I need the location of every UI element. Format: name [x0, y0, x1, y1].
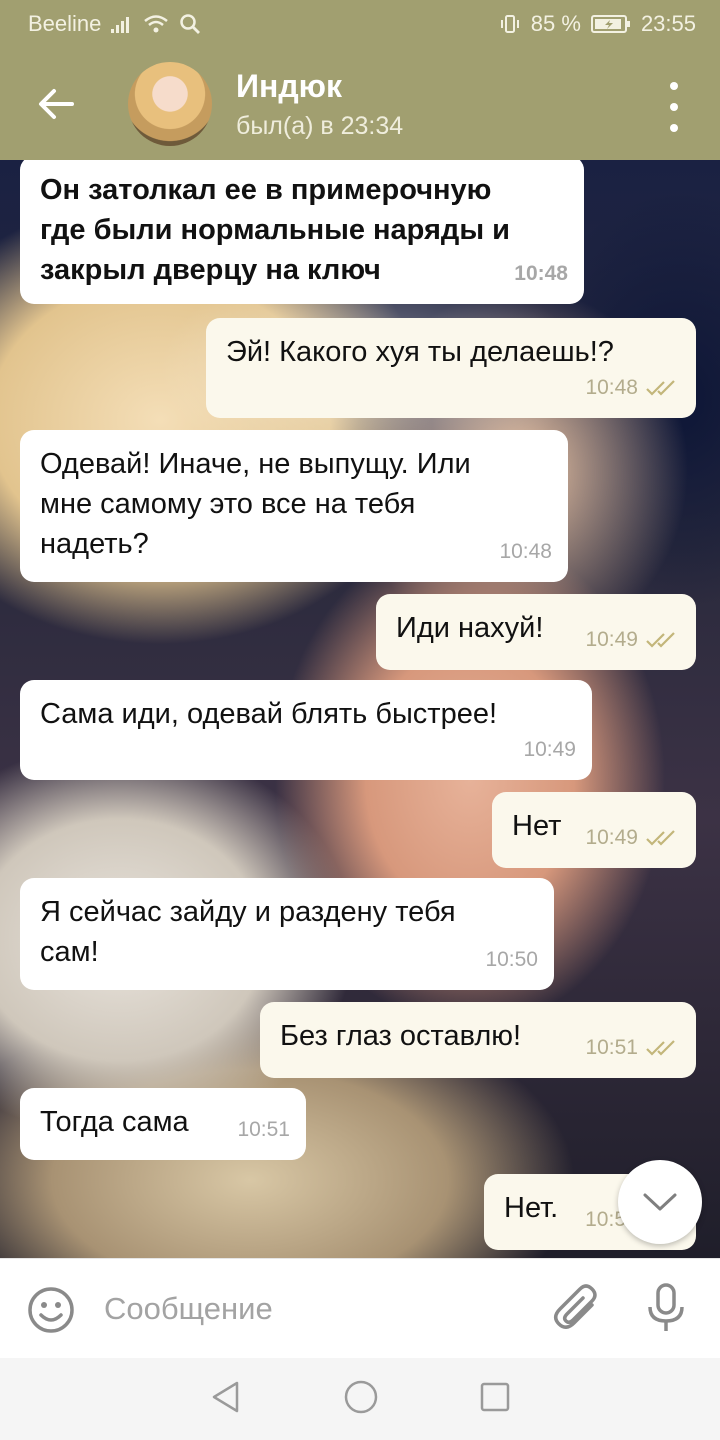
- message-time: 10:49: [585, 628, 638, 651]
- paperclip-icon: [554, 1284, 597, 1329]
- more-vert-icon[interactable]: [656, 82, 692, 132]
- message-bubble-outgoing[interactable]: Нет 10:49: [492, 792, 696, 868]
- message-bubble-incoming[interactable]: Он затолкал ее в примерочную где были но…: [20, 160, 584, 304]
- message-input[interactable]: [104, 1281, 524, 1337]
- vibrate-icon: [499, 13, 521, 35]
- message-bubble-incoming[interactable]: Тогда сама 10:51: [20, 1088, 306, 1160]
- message-time: 10:51: [585, 1036, 638, 1059]
- last-seen-status: был(а) в 23:34: [236, 112, 404, 140]
- message-time: 10:50: [485, 948, 538, 971]
- message-text: Я сейчас зайду и раздену тебя сам!: [40, 896, 456, 968]
- chat-title[interactable]: Индюк: [236, 68, 342, 105]
- message-bubble-outgoing[interactable]: Без глаз оставлю! 10:51: [260, 1002, 696, 1078]
- wifi-icon: [143, 14, 169, 34]
- message-bubble-incoming[interactable]: Сама иди, одевай блять быстрее! 10:49: [20, 680, 592, 780]
- emoji-button[interactable]: [26, 1285, 76, 1340]
- message-text: Эй! Какого хуя ты делаешь!?: [226, 336, 614, 368]
- battery-percent: 85 %: [530, 11, 581, 36]
- message-time: 10:51: [237, 1118, 290, 1141]
- message-composer: [0, 1258, 720, 1358]
- double-check-icon: [646, 830, 675, 846]
- message-time: 10:49: [585, 826, 638, 849]
- battery-icon: [590, 14, 631, 34]
- message-time: 10:48: [585, 376, 638, 399]
- message-bubble-outgoing[interactable]: Иди нахуй! 10:49: [376, 594, 696, 670]
- chevron-down-icon: [643, 1193, 677, 1211]
- double-check-icon: [646, 380, 675, 396]
- message-time: 10:48: [514, 262, 568, 285]
- chat-header: Индюк был(а) в 23:34: [0, 48, 720, 160]
- message-list[interactable]: Он затолкал ее в примерочную где были но…: [0, 160, 720, 1258]
- double-check-icon: [646, 632, 675, 648]
- message-bubble-incoming[interactable]: Одевай! Иначе, не выпущу. Или мне самому…: [20, 430, 568, 582]
- carrier-label: Beeline: [28, 11, 102, 36]
- avatar[interactable]: [128, 62, 212, 146]
- double-check-icon: [646, 1040, 675, 1056]
- nav-home-icon[interactable]: [343, 1379, 379, 1420]
- clock: 23:55: [640, 11, 696, 36]
- emoji-icon: [28, 1287, 74, 1333]
- microphone-icon: [648, 1283, 684, 1331]
- message-text: Он затолкал ее в примерочную где были но…: [40, 174, 510, 286]
- signal-icon: [111, 15, 133, 33]
- message-bubble-outgoing[interactable]: Эй! Какого хуя ты делаешь!? 10:48: [206, 318, 696, 418]
- message-bubble-incoming[interactable]: Я сейчас зайду и раздену тебя сам! 10:50: [20, 878, 554, 990]
- message-text: Одевай! Иначе, не выпущу. Или мне самому…: [40, 448, 471, 560]
- search-icon: [179, 13, 201, 35]
- scroll-to-bottom-button[interactable]: [618, 1160, 702, 1244]
- message-time: 10:48: [499, 540, 552, 563]
- nav-back-icon[interactable]: [209, 1380, 243, 1419]
- message-text: Сама иди, одевай блять быстрее!: [40, 698, 498, 730]
- message-time: 10:49: [523, 738, 576, 761]
- nav-recents-icon[interactable]: [479, 1381, 511, 1418]
- system-navigation-bar: [0, 1358, 720, 1440]
- attach-button[interactable]: [552, 1283, 602, 1340]
- voice-message-button[interactable]: [644, 1283, 688, 1340]
- back-arrow-icon: [39, 89, 74, 119]
- status-bar: Beeline 85 % 23:55: [0, 0, 720, 48]
- back-button[interactable]: [26, 74, 86, 134]
